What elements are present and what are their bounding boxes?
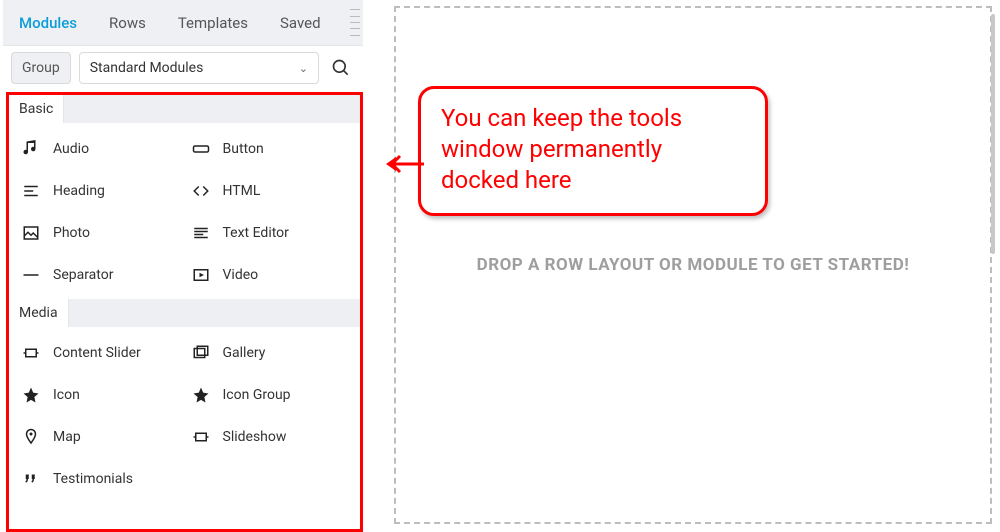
drag-handle-icon[interactable] [349,7,363,39]
html-icon [191,181,211,201]
module-label: Icon Group [223,387,291,403]
module-map[interactable]: Map [15,419,185,455]
video-icon [191,265,211,285]
star-icon [191,385,211,405]
module-testimonials[interactable]: Testimonials [15,461,185,497]
tab-rows[interactable]: Rows [93,0,162,46]
module-label: Text Editor [223,225,289,241]
pin-icon [21,427,41,447]
module-slideshow[interactable]: Slideshow [185,419,355,455]
tab-templates[interactable]: Templates [162,0,264,46]
gallery-icon [191,343,211,363]
module-separator[interactable]: Separator [15,257,185,293]
module-video[interactable]: Video [185,257,355,293]
module-icon[interactable]: Icon [15,377,185,413]
drop-canvas[interactable]: DROP A ROW LAYOUT OR MODULE TO GET START… [394,6,992,524]
separator-icon [21,265,41,285]
group-select[interactable]: Standard Modules ⌄ [79,52,319,84]
heading-icon [21,181,41,201]
slideshow-icon [191,427,211,447]
module-label: Separator [53,267,113,283]
star-icon [21,385,41,405]
module-icon-group[interactable]: Icon Group [185,377,355,413]
slider-icon [21,343,41,363]
section-title: Media [9,299,69,327]
module-label: Photo [53,225,90,241]
module-label: Audio [53,141,89,157]
section-header-media[interactable]: Media [9,299,360,327]
module-text-editor[interactable]: Text Editor [185,215,355,251]
module-heading[interactable]: Heading [15,173,185,209]
module-label: Map [53,429,81,445]
annotation-arrow-icon [384,152,424,176]
module-content-slider[interactable]: Content Slider [15,335,185,371]
module-label: Testimonials [53,471,133,487]
module-label: HTML [223,183,261,199]
module-audio[interactable]: Audio [15,131,185,167]
module-label: Icon [53,387,80,403]
chevron-down-icon: ⌄ [299,62,308,75]
photo-icon [21,223,41,243]
group-select-value: Standard Modules [90,60,204,76]
module-label: Slideshow [223,429,287,445]
module-label: Gallery [223,345,266,361]
search-icon [331,58,351,78]
group-label: Group [11,52,71,84]
section-header-basic[interactable]: Basic [9,95,360,123]
audio-icon [21,139,41,159]
filter-bar: Group Standard Modules ⌄ [3,46,363,90]
module-photo[interactable]: Photo [15,215,185,251]
module-label: Heading [53,183,105,199]
tab-modules[interactable]: Modules [3,0,93,46]
tab-saved[interactable]: Saved [264,0,337,46]
modules-list: Basic Audio Button Heading HTML Photo [6,92,363,532]
module-label: Button [223,141,264,157]
module-gallery[interactable]: Gallery [185,335,355,371]
quote-icon [21,469,41,489]
annotation-callout: You can keep the tools window permanentl… [418,86,768,216]
module-button[interactable]: Button [185,131,355,167]
annotation-text: You can keep the tools window permanentl… [441,104,682,194]
module-label: Content Slider [53,345,141,361]
button-icon [191,139,211,159]
module-label: Video [223,267,259,283]
section-title: Basic [9,95,64,123]
panel-tabs: Modules Rows Templates Saved [3,0,363,46]
module-html[interactable]: HTML [185,173,355,209]
text-editor-icon [191,223,211,243]
search-button[interactable] [327,54,355,82]
drop-placeholder-text: DROP A ROW LAYOUT OR MODULE TO GET START… [477,255,910,275]
modules-panel: Modules Rows Templates Saved Group Stand… [3,0,363,532]
